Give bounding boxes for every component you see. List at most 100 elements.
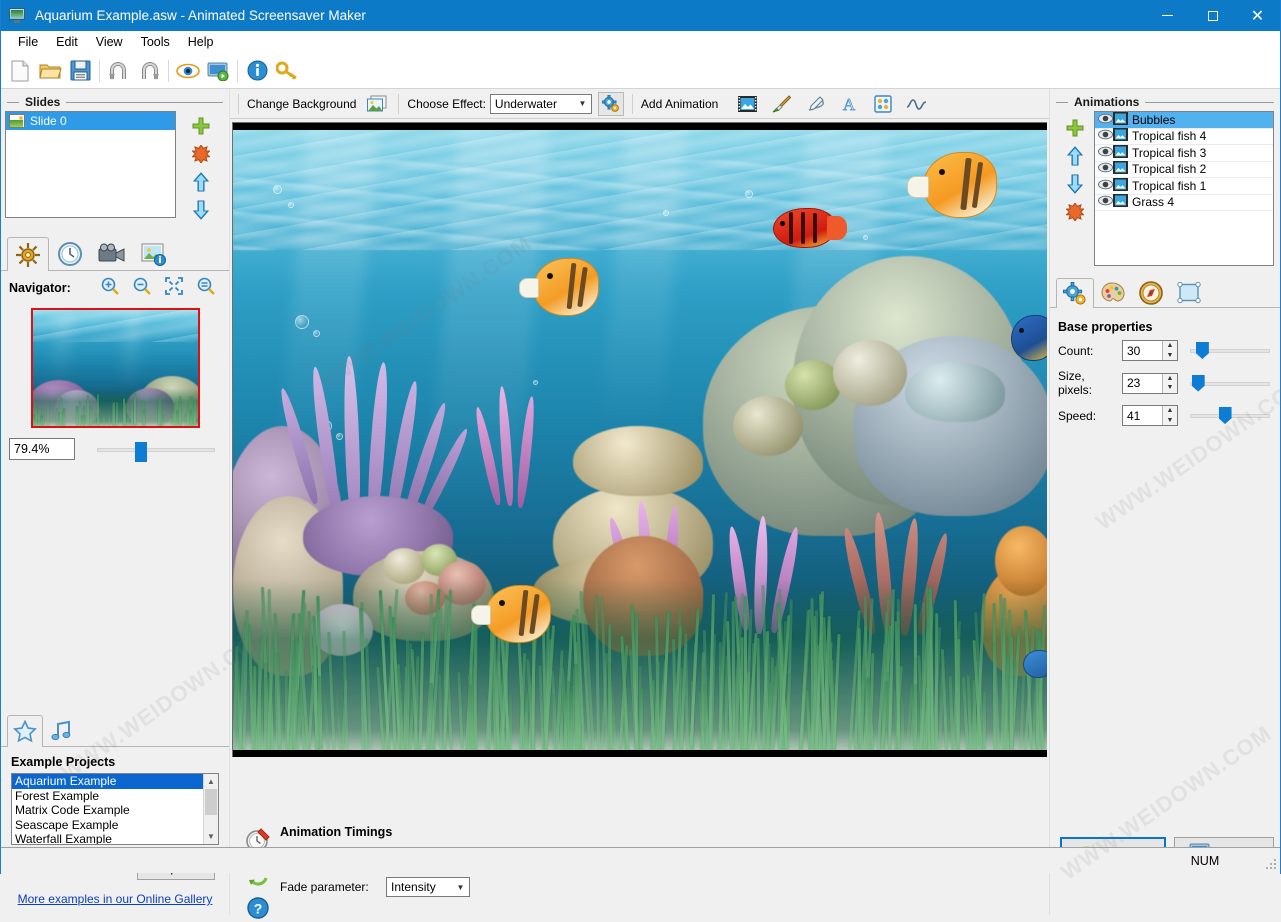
close-button[interactable]: ✕ [1235, 0, 1280, 31]
add-film-animation-icon[interactable] [734, 92, 760, 116]
list-item[interactable]: Seascape Example [12, 818, 218, 833]
list-item[interactable]: Tropical fish 3 [1095, 145, 1273, 162]
spin-up-icon[interactable]: ▲ [1163, 406, 1177, 416]
zoom-value-field[interactable]: 79.4% [9, 438, 75, 460]
list-item[interactable]: Waterfall Example [12, 832, 218, 845]
size-slider-thumb[interactable] [1192, 375, 1205, 392]
minimize-button[interactable] [1145, 0, 1190, 31]
new-icon[interactable] [5, 56, 35, 86]
animations-list[interactable]: Bubbles Tropical fish 4 Tropical fish 3 … [1094, 111, 1274, 266]
chevron-down-icon[interactable]: ▼ [574, 95, 591, 113]
redo-icon[interactable] [134, 56, 164, 86]
spin-up-icon[interactable]: ▲ [1163, 341, 1177, 351]
maximize-button[interactable] [1190, 0, 1235, 31]
visibility-eye-icon[interactable] [1098, 113, 1113, 127]
size-stepper[interactable]: 23 ▲ ▼ [1122, 373, 1178, 394]
info-icon[interactable] [242, 56, 272, 86]
change-background-label[interactable]: Change Background [247, 97, 356, 111]
move-slide-down-button[interactable] [188, 197, 214, 223]
list-item[interactable]: Aquarium Example [12, 774, 218, 789]
effect-settings-button[interactable] [598, 92, 624, 116]
visibility-eye-icon[interactable] [1098, 195, 1113, 209]
scroll-down-icon[interactable]: ▼ [204, 829, 218, 844]
move-animation-down-button[interactable] [1062, 171, 1088, 197]
size-slider[interactable] [1190, 373, 1274, 394]
add-particles-animation-icon[interactable] [870, 92, 896, 116]
fit-to-window-icon[interactable] [165, 277, 183, 298]
tab-navigator[interactable] [7, 237, 49, 271]
delete-animation-button[interactable] [1062, 199, 1088, 225]
zoom-in-icon[interactable] [101, 277, 119, 298]
count-stepper[interactable]: 30 ▲ ▼ [1122, 340, 1178, 361]
speed-slider-thumb[interactable] [1219, 407, 1232, 424]
zoom-slider[interactable] [97, 438, 221, 460]
list-item[interactable]: Forest Example [12, 789, 218, 804]
tab-direction-properties[interactable] [1132, 277, 1170, 307]
menu-item-tools[interactable]: Tools [132, 33, 179, 51]
key-icon[interactable] [272, 56, 302, 86]
spin-down-icon[interactable]: ▼ [1163, 416, 1177, 426]
save-floppy-icon[interactable] [65, 56, 95, 86]
visibility-eye-icon[interactable] [1098, 146, 1113, 160]
image-swap-icon[interactable] [364, 92, 390, 116]
list-item[interactable]: Slide 0 [6, 112, 175, 130]
tab-video[interactable] [91, 236, 133, 270]
spin-down-icon[interactable]: ▼ [1163, 383, 1177, 393]
add-animation-button[interactable] [1062, 115, 1088, 141]
examples-scrollbar[interactable]: ▲ ▼ [203, 774, 218, 844]
delete-slide-button[interactable] [188, 141, 214, 167]
preview-canvas[interactable] [232, 122, 1047, 757]
move-slide-up-button[interactable] [188, 169, 214, 195]
list-item[interactable]: Bubbles [1095, 112, 1273, 129]
move-animation-up-button[interactable] [1062, 143, 1088, 169]
list-item[interactable]: Grass 4 [1095, 195, 1273, 212]
chevron-down-icon[interactable]: ▼ [452, 878, 469, 896]
menu-item-edit[interactable]: Edit [47, 33, 87, 51]
visibility-eye-icon[interactable] [1098, 129, 1113, 143]
preview-eye-icon[interactable] [173, 56, 203, 86]
spin-up-icon[interactable]: ▲ [1163, 374, 1177, 384]
add-text-animation-icon[interactable]: A [836, 92, 862, 116]
count-slider-thumb[interactable] [1196, 342, 1209, 359]
list-item[interactable]: Tropical fish 1 [1095, 178, 1273, 195]
add-pen-animation-icon[interactable] [802, 92, 828, 116]
menu-item-help[interactable]: Help [179, 33, 223, 51]
tab-timing[interactable] [49, 236, 91, 270]
add-slide-button[interactable] [188, 113, 214, 139]
add-brush-animation-icon[interactable] [768, 92, 794, 116]
create-screen-icon[interactable] [203, 56, 233, 86]
add-wave-animation-icon[interactable] [904, 92, 930, 116]
examples-list[interactable]: Aquarium Example Forest Example Matrix C… [11, 773, 219, 845]
speed-stepper[interactable]: 41 ▲ ▼ [1122, 405, 1178, 426]
fade-parameter-select[interactable]: Intensity ▼ [386, 877, 470, 897]
effect-select[interactable]: Underwater ▼ [490, 94, 592, 114]
tab-example-projects[interactable] [7, 715, 43, 747]
undo-icon[interactable] [104, 56, 134, 86]
tab-image-info[interactable] [133, 236, 175, 270]
tab-base-properties[interactable] [1056, 278, 1094, 308]
menu-item-file[interactable]: File [9, 33, 47, 51]
main-body: Slides Slide 0 Navigator: 79.4% Example … [1, 89, 1280, 915]
zoom-out-icon[interactable] [133, 277, 151, 298]
tab-color-properties[interactable] [1094, 277, 1132, 307]
scrollbar-thumb[interactable] [205, 789, 217, 815]
online-gallery-link[interactable]: More examples in our Online Gallery [1, 892, 229, 906]
visibility-eye-icon[interactable] [1098, 162, 1113, 176]
navigator-thumbnail[interactable] [31, 308, 200, 428]
zoom-slider-thumb[interactable] [135, 442, 147, 462]
scroll-up-icon[interactable]: ▲ [204, 774, 218, 789]
list-item[interactable]: Tropical fish 4 [1095, 129, 1273, 146]
spin-down-icon[interactable]: ▼ [1163, 351, 1177, 361]
slides-list[interactable]: Slide 0 [5, 111, 176, 218]
tab-area-properties[interactable] [1170, 277, 1208, 307]
speed-slider[interactable] [1190, 405, 1274, 426]
list-item[interactable]: Tropical fish 2 [1095, 162, 1273, 179]
list-item[interactable]: Matrix Code Example [12, 803, 218, 818]
resize-grip[interactable] [1265, 858, 1277, 870]
actual-size-icon[interactable] [197, 277, 215, 298]
visibility-eye-icon[interactable] [1098, 179, 1113, 193]
open-folder-icon[interactable] [35, 56, 65, 86]
count-slider[interactable] [1190, 340, 1274, 361]
menu-item-view[interactable]: View [87, 33, 132, 51]
tab-music[interactable] [43, 714, 79, 746]
